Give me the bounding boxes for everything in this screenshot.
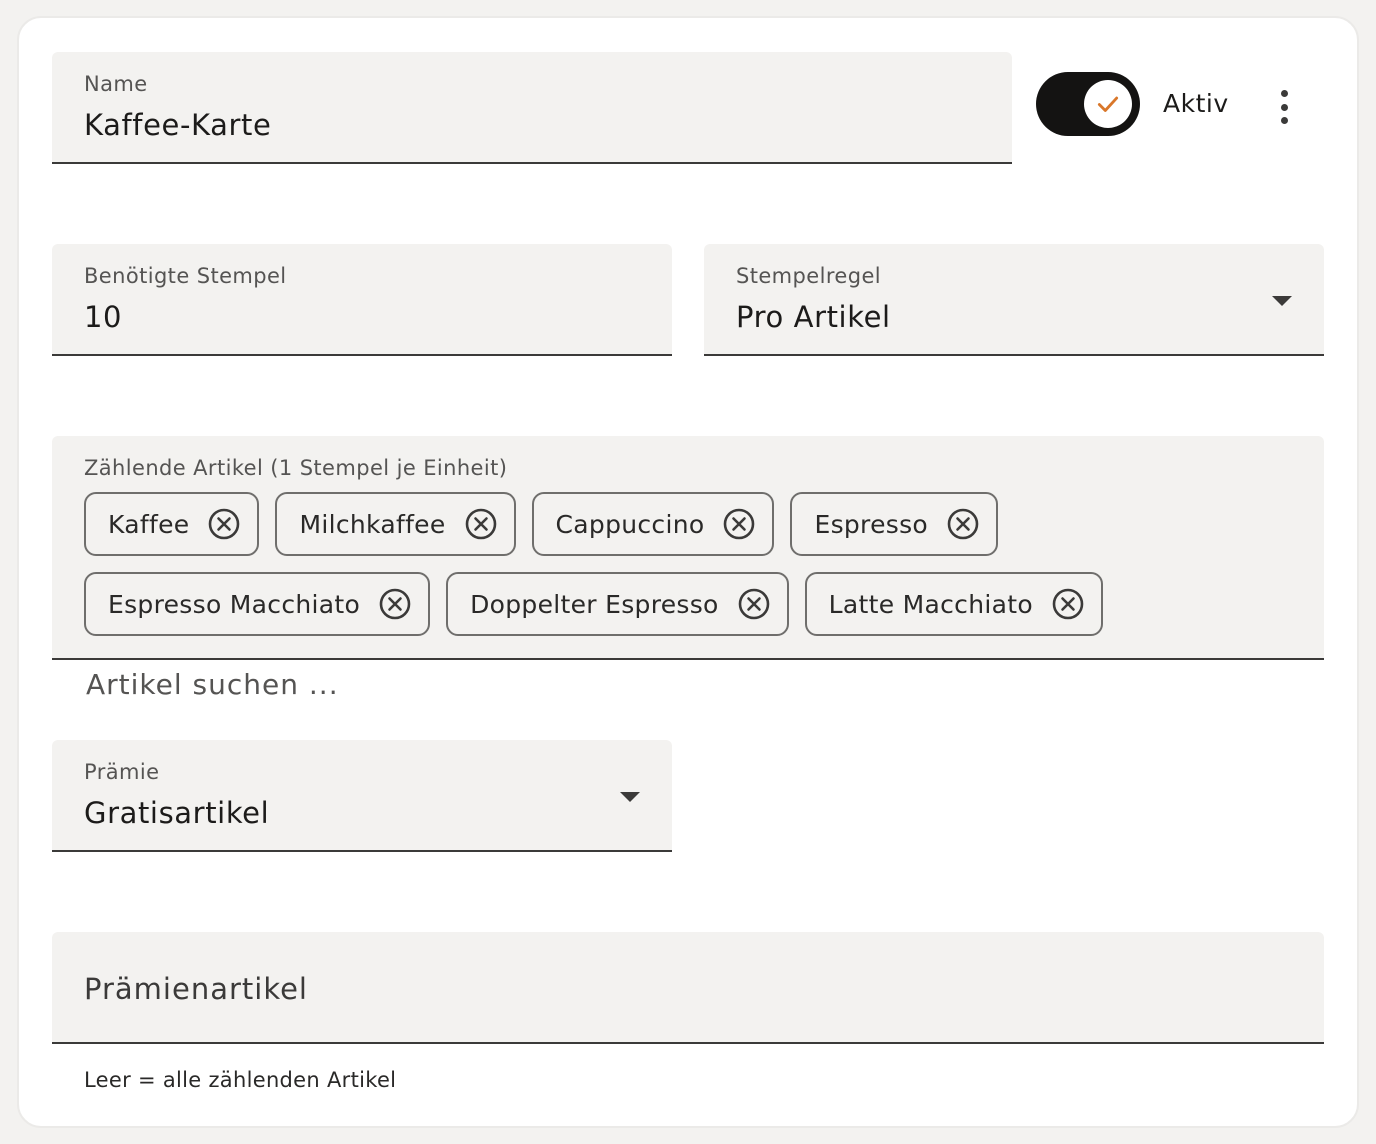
name-field-label: Name (84, 72, 148, 96)
chip-label: Milchkaffee (299, 509, 446, 539)
chip-label: Kaffee (108, 509, 190, 539)
chip[interactable]: Milchkaffee (275, 492, 516, 556)
chip[interactable]: Latte Macchiato (804, 572, 1103, 636)
dot (1280, 103, 1288, 111)
chip[interactable]: Cappuccino (531, 492, 775, 556)
stamps-needed-value[interactable]: 10 (84, 300, 122, 334)
toggle-knob (1084, 80, 1132, 128)
remove-chip-icon[interactable] (737, 587, 771, 621)
reward-items-field[interactable]: Prämienartikel (52, 932, 1324, 1044)
chip[interactable]: Espresso Macchiato (84, 572, 431, 636)
remove-chip-icon[interactable] (1051, 587, 1085, 621)
name-field-value[interactable]: Kaffee-Karte (84, 108, 271, 142)
chip-label: Espresso Macchiato (108, 589, 361, 619)
chip[interactable]: Espresso (790, 492, 999, 556)
chip-label: Latte Macchiato (828, 589, 1033, 619)
remove-chip-icon[interactable] (378, 587, 412, 621)
active-toggle-label: Aktiv (1163, 89, 1229, 118)
stamp-rule-label: Stempelregel (736, 264, 882, 288)
reward-items-hint: Leer = alle zählenden Artikel (84, 1068, 397, 1092)
chip-label: Doppelter Espresso (470, 589, 719, 619)
chip[interactable]: Kaffee (84, 492, 260, 556)
stamp-rule-select[interactable]: Stempelregel Pro Artikel (704, 244, 1324, 356)
dot (1280, 90, 1288, 97)
check-icon (1097, 96, 1119, 112)
article-search-input[interactable] (84, 652, 384, 716)
chip-label: Espresso (814, 509, 929, 539)
dot (1280, 117, 1288, 124)
stamp-rule-value: Pro Artikel (736, 300, 891, 334)
reward-label: Prämie (84, 760, 160, 784)
remove-chip-icon[interactable] (722, 507, 756, 541)
remove-chip-icon[interactable] (946, 507, 980, 541)
chip[interactable]: Doppelter Espresso (446, 572, 789, 636)
reward-items-placeholder[interactable]: Prämienartikel (84, 972, 308, 1006)
active-toggle[interactable] (1036, 72, 1140, 136)
reward-select[interactable]: Prämie Gratisartikel (52, 740, 672, 852)
chevron-down-icon[interactable] (620, 792, 640, 802)
remove-chip-icon[interactable] (207, 507, 241, 541)
stamps-needed-field[interactable]: Benötigte Stempel 10 (52, 244, 672, 356)
chip-list: Kaffee Milchkaffee Cappuccino Espresso E… (84, 492, 1304, 716)
chip-label: Cappuccino (555, 509, 705, 539)
reward-value: Gratisartikel (84, 796, 270, 830)
name-field[interactable]: Name Kaffee-Karte (52, 52, 1012, 164)
stamps-needed-label: Benötigte Stempel (84, 264, 287, 288)
more-vertical-icon[interactable] (1268, 86, 1300, 128)
chevron-down-icon[interactable] (1272, 296, 1292, 306)
remove-chip-icon[interactable] (464, 507, 498, 541)
counting-items-label: Zählende Artikel (1 Stempel je Einheit) (84, 456, 508, 480)
